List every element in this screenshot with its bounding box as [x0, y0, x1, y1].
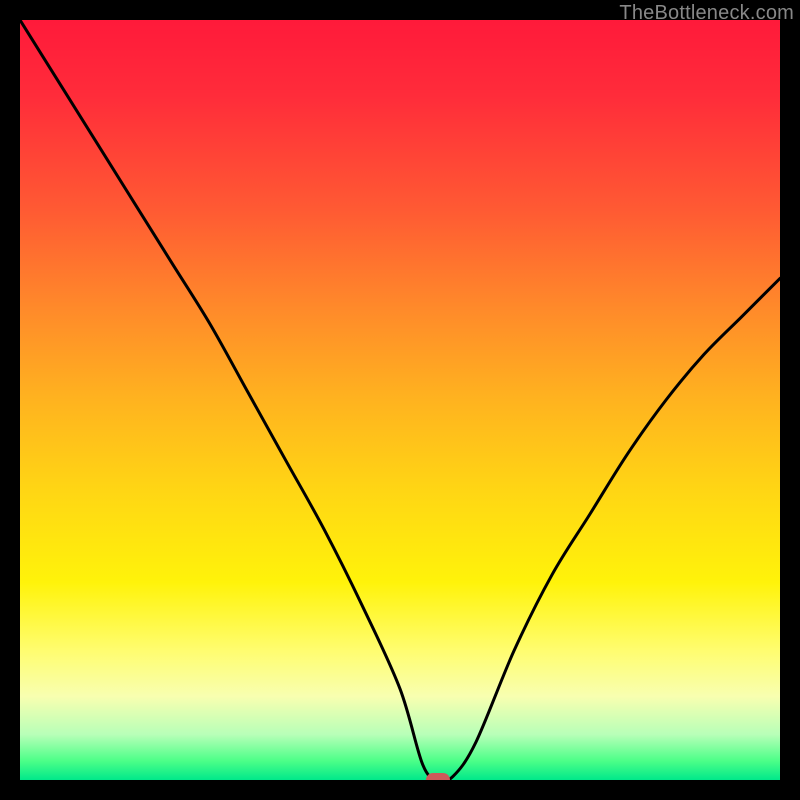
bottleneck-curve — [20, 20, 780, 780]
chart-frame: TheBottleneck.com — [0, 0, 800, 800]
attribution-label: TheBottleneck.com — [619, 2, 794, 25]
plot-area — [20, 20, 780, 780]
curve-path — [20, 20, 780, 780]
optimum-marker — [426, 773, 450, 780]
